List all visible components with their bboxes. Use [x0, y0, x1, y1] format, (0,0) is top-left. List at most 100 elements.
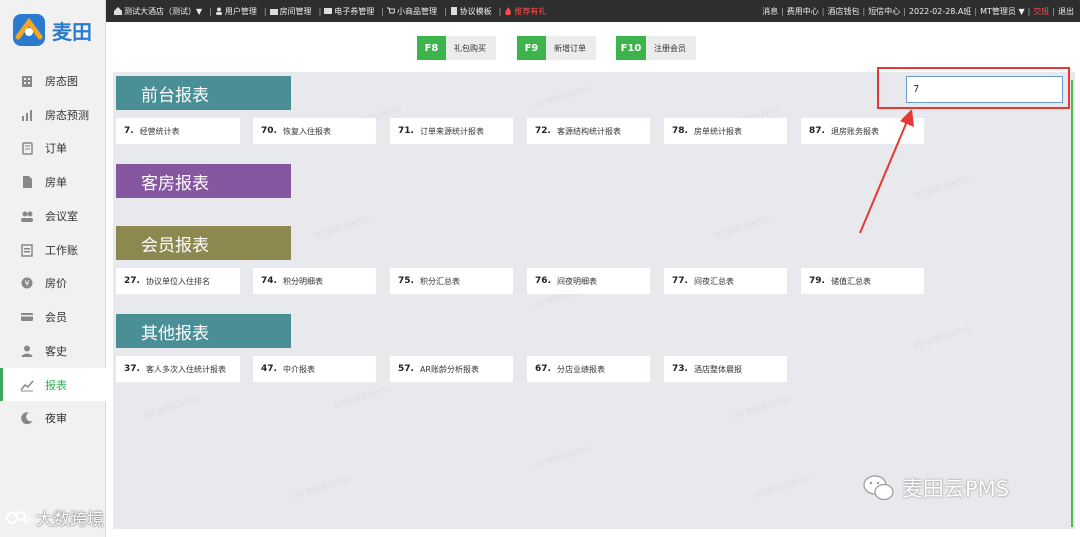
report-item[interactable]: 37. 客人多次入住统计报表	[116, 356, 240, 382]
reports-panel: MT管理员(MTV) MT管理员(MTV) MT管理员(MTV) MT管理员(M…	[113, 72, 1075, 529]
home-icon	[114, 7, 122, 15]
sidebar-item-label: 会议室	[45, 209, 78, 223]
nav-billing-center[interactable]: 费用中心	[787, 6, 819, 17]
sidebar-item-room-price[interactable]: ¥ 房价	[0, 266, 106, 299]
document-icon	[19, 174, 35, 190]
nav-room-management[interactable]: 房间管理	[269, 6, 312, 17]
sidebar-item-night-audit[interactable]: 夜审	[0, 401, 106, 434]
report-item[interactable]: 75. 积分汇总表	[390, 268, 513, 294]
section-housekeeping-reports: 客房报表	[116, 164, 291, 198]
report-item[interactable]: 76. 间夜明细表	[527, 268, 650, 294]
nav-label: 电子券管理	[334, 6, 375, 16]
nav-label: 推荐有礼	[514, 6, 547, 16]
sidebar-item-label: 夜审	[45, 411, 67, 425]
sidebar-item-room-status[interactable]: 房态图	[0, 64, 106, 97]
room-icon	[269, 7, 278, 15]
sidebar-item-label: 订单	[45, 141, 67, 155]
logo[interactable]: 麦田	[12, 12, 96, 48]
shortcut-label: 新增订单	[554, 43, 586, 53]
nav-agreement-template[interactable]: 协议模板	[450, 6, 492, 17]
hotel-selector[interactable]: 测试大酒店（测试）▼	[114, 6, 202, 17]
order-icon	[19, 140, 35, 156]
sidebar-item-label: 报表	[45, 378, 67, 392]
nav-referral[interactable]: 推荐有礼	[504, 6, 546, 17]
nav-goods-management[interactable]: 小商品管理	[386, 6, 437, 17]
shortcut-gift-package-button[interactable]: F8 礼包购买	[417, 36, 496, 60]
fire-icon	[504, 7, 512, 15]
scroll-indicator	[1071, 80, 1073, 527]
nav-user-management[interactable]: 用户管理	[215, 6, 257, 17]
price-icon: ¥	[19, 275, 35, 291]
nav-label: 协议模板	[459, 6, 492, 16]
corner-logo-icon	[6, 510, 30, 524]
brand-watermark: 麦田云PMS	[862, 473, 1009, 503]
logout-link[interactable]: 退出	[1058, 6, 1074, 17]
nav-coupon-management[interactable]: 电子券管理	[324, 6, 374, 17]
person-icon	[19, 343, 35, 359]
shift-handover-link[interactable]: 交班	[1033, 6, 1049, 17]
chart-icon	[19, 107, 35, 123]
report-search-input[interactable]	[906, 76, 1063, 103]
shortcut-label: 注册会员	[654, 43, 686, 53]
sidebar-item-room-forecast[interactable]: 房态预测	[0, 98, 106, 131]
report-item[interactable]: 73. 酒店整体晨报	[664, 356, 787, 382]
nav-label: 房间管理	[279, 6, 312, 16]
top-bar: 测试大酒店（测试）▼ | 用户管理 | 房间管理 | 电子券管理 | 小商品管理…	[106, 0, 1080, 22]
report-item[interactable]: 47. 中介报表	[253, 356, 376, 382]
sidebar-item-label: 房态图	[45, 74, 78, 88]
corner-watermark: 大数跨境	[6, 505, 104, 530]
sidebar-item-room-bill[interactable]: 房单	[0, 165, 106, 198]
nav-label: 小商品管理	[396, 6, 437, 16]
report-item[interactable]: 57. AR账龄分析报表	[390, 356, 513, 382]
ledger-icon	[19, 242, 35, 258]
sidebar-item-meeting-room[interactable]: 会议室	[0, 199, 106, 232]
report-item[interactable]: 67. 分店业绩报表	[527, 356, 650, 382]
user-menu[interactable]: MT管理员 ▼	[980, 6, 1024, 17]
template-icon	[450, 7, 458, 15]
wechat-icon	[862, 474, 896, 502]
shortcut-label: 礼包购买	[454, 43, 486, 53]
coupon-icon	[324, 7, 333, 15]
annotation-arrow	[859, 109, 914, 234]
report-item[interactable]: 77. 间夜汇总表	[664, 268, 787, 294]
report-item[interactable]: 71. 订单来源统计报表	[390, 118, 513, 144]
sidebar-item-label: 房单	[45, 175, 67, 189]
report-item[interactable]: 70. 恢复入住报表	[253, 118, 376, 144]
nav-hotel-wallet[interactable]: 酒店钱包	[827, 6, 859, 17]
nav-messages[interactable]: 消息	[762, 6, 778, 17]
sidebar-item-members[interactable]: 会员	[0, 300, 106, 333]
nav-label: 用户管理	[224, 6, 257, 16]
report-icon	[19, 377, 35, 393]
shortcut-key: F9	[517, 36, 546, 60]
report-item[interactable]: 79. 储值汇总表	[801, 268, 924, 294]
logo-mark-icon	[12, 13, 46, 47]
corner-watermark-text: 大数跨境	[36, 510, 104, 530]
cart-icon	[386, 7, 396, 15]
shortcut-key: F10	[616, 36, 646, 60]
sidebar-item-label: 房态预测	[45, 108, 89, 122]
building-icon	[19, 73, 35, 89]
nav-sms-center[interactable]: 短信中心	[868, 6, 900, 17]
shortcut-register-member-button[interactable]: F10 注册会员	[616, 36, 696, 60]
sidebar-item-label: 工作账	[45, 243, 78, 257]
report-item[interactable]: 27. 协议单位入住排名	[116, 268, 240, 294]
moon-icon	[19, 410, 35, 426]
report-item[interactable]: 7. 经营统计表	[116, 118, 240, 144]
report-item[interactable]: 78. 房单统计报表	[664, 118, 787, 144]
shortcut-new-order-button[interactable]: F9 新增订单	[517, 36, 596, 60]
hotel-name: 测试大酒店（测试）▼	[124, 6, 203, 16]
section-other-reports: 其他报表	[116, 314, 291, 348]
logo-text: 麦田	[52, 19, 92, 44]
meeting-icon	[19, 208, 35, 224]
brand-watermark-text: 麦田云PMS	[902, 477, 1010, 501]
report-item[interactable]: 74. 积分明细表	[253, 268, 376, 294]
sidebar-item-orders[interactable]: 订单	[0, 131, 106, 164]
report-item[interactable]: 72. 客源结构统计报表	[527, 118, 650, 144]
sidebar-item-reports[interactable]: 报表	[0, 368, 106, 401]
shift-date: 2022-02-28.A班	[908, 6, 972, 16]
sidebar-item-ledger[interactable]: 工作账	[0, 233, 106, 266]
sidebar-item-guest-history[interactable]: 客史	[0, 334, 106, 367]
sidebar: 麦田 房态图 房态预测 订单 房单 会议室 工作账 ¥ 房价 会员 客史 报表	[0, 0, 106, 537]
sidebar-item-label: 会员	[45, 310, 67, 324]
section-front-desk-reports: 前台报表	[116, 76, 291, 110]
